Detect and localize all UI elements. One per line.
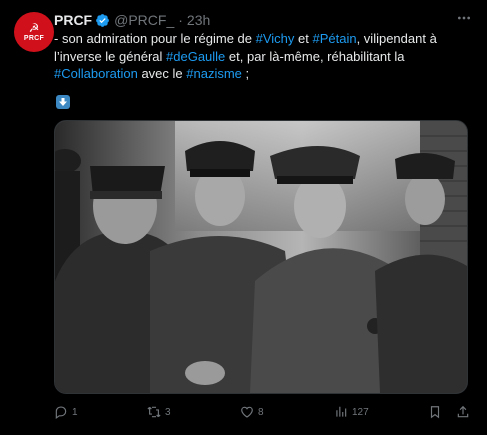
hammer-sickle-icon: ☭: [28, 21, 40, 35]
tweet-line-2: l’inverse le général #deGaulle et, par l…: [54, 48, 474, 66]
reply-count: 1: [72, 406, 78, 418]
reply-icon: [55, 406, 67, 419]
tweet-header: PRCF @PRCF_ · 23h: [54, 11, 210, 29]
text-segment: et, par là-même, réhabilitant la: [225, 48, 405, 64]
tweet[interactable]: ☭ PRCF PRCF @PRCF_ · 23h - son admiratio…: [0, 0, 487, 435]
separator: ·: [178, 12, 183, 28]
author-handle[interactable]: @PRCF_: [114, 12, 174, 28]
hashtag-nazisme[interactable]: #nazisme: [186, 66, 242, 81]
share-button[interactable]: [456, 402, 474, 422]
more-icon[interactable]: [454, 8, 474, 28]
avatar-text: PRCF: [23, 35, 45, 42]
like-icon: [241, 406, 253, 418]
tweet-actions: 1 3 8 127: [54, 402, 474, 422]
hashtag-vichy[interactable]: #Vichy: [256, 31, 295, 46]
hashtag-degaulle[interactable]: #deGaulle: [166, 49, 225, 64]
views-icon: [336, 406, 347, 417]
like-button[interactable]: 8: [240, 402, 264, 422]
hashtag-collaboration[interactable]: #Collaboration: [54, 66, 138, 81]
reply-button[interactable]: 1: [54, 402, 78, 422]
tweet-photo[interactable]: [54, 120, 468, 394]
author-name[interactable]: PRCF: [54, 12, 92, 28]
views-button[interactable]: 127: [334, 402, 369, 422]
text-segment: - son admiration pour le régime de: [54, 31, 256, 46]
like-count: 8: [258, 406, 264, 418]
text-segment: l’inverse le général: [54, 48, 167, 64]
verified-badge-icon: [96, 13, 110, 27]
views-count: 127: [352, 406, 369, 418]
avatar[interactable]: ☭ PRCF: [14, 12, 54, 52]
bookmark-icon: [430, 406, 440, 419]
photo-image: [55, 121, 467, 393]
text-segment: et: [294, 31, 313, 46]
hashtag-petain[interactable]: #Pétain: [312, 31, 356, 46]
repost-count: 3: [165, 406, 171, 418]
text-segment: ;: [241, 66, 250, 81]
down-arrow-emoji-icon: [56, 95, 70, 109]
text-segment: avec le: [137, 66, 187, 81]
repost-button[interactable]: 3: [147, 402, 171, 422]
bookmark-button[interactable]: [428, 402, 446, 422]
repost-icon: [147, 406, 161, 418]
tweet-text: - son admiration pour le régime de #Vich…: [54, 30, 474, 83]
timestamp[interactable]: 23h: [187, 12, 210, 28]
tweet-line-1: - son admiration pour le régime de #Vich…: [54, 30, 474, 48]
tweet-line-3: #Collaboration avec le #nazisme ;: [54, 65, 474, 83]
text-segment: , vilipendant à: [356, 31, 437, 46]
share-icon: [457, 405, 469, 418]
